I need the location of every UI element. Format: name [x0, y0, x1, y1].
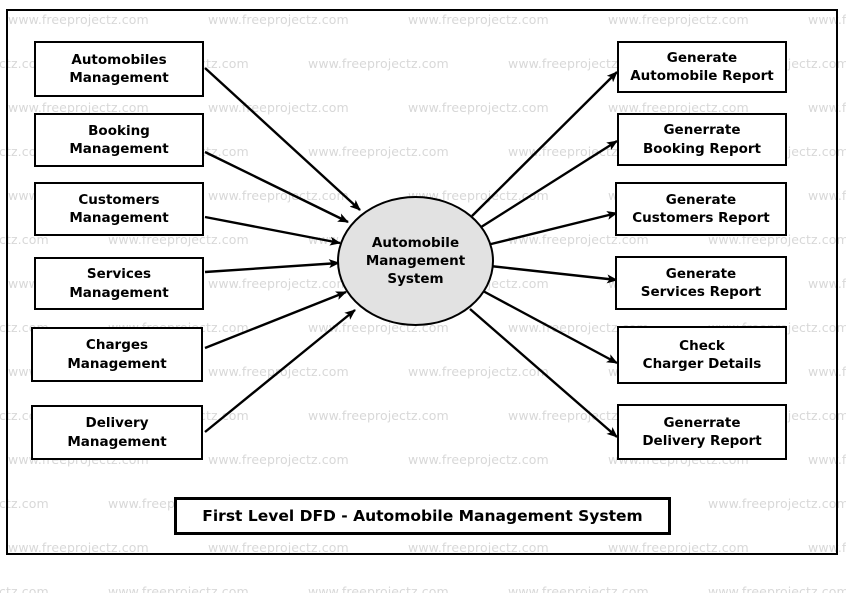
arrow-process-to-delivery-report	[469, 308, 618, 438]
arrow-delivery-to-process	[204, 309, 356, 433]
entity-label-line1: Customers	[78, 191, 160, 208]
dfd-diagram-canvas: www.freeprojectz.com www.freeprojectz.com…	[0, 0, 846, 593]
entity-generate-customers-report[interactable]: Generate Customers Report	[615, 182, 787, 236]
arrow-process-to-booking-report	[477, 139, 618, 231]
entity-label-line2: Management	[69, 70, 169, 86]
process-label-line3: System	[387, 271, 444, 288]
diagram-title: First Level DFD - Automobile Management …	[202, 507, 643, 525]
arrow-process-to-automobile-report	[471, 71, 618, 217]
entity-generate-automobile-report[interactable]: Generate Automobile Report	[617, 41, 787, 93]
entity-label-line2: Management	[69, 210, 169, 226]
entity-label-line1: Services	[86, 266, 152, 283]
entity-charges-management[interactable]: Charges Management	[31, 327, 203, 382]
arrow-customers-to-process	[204, 215, 341, 246]
entity-label-line1: Automobiles	[71, 51, 167, 68]
arrow-process-to-charger-details	[482, 289, 618, 365]
entity-booking-management[interactable]: Booking Management	[34, 113, 204, 167]
diagram-title-box: First Level DFD - Automobile Management …	[174, 497, 671, 535]
arrow-services-to-process	[204, 259, 340, 274]
entity-label-line1: Generrate	[663, 122, 741, 139]
entity-customers-management[interactable]: Customers Management	[34, 182, 204, 236]
arrow-booking-to-process	[204, 150, 349, 224]
entity-delivery-management[interactable]: Delivery Management	[31, 405, 203, 460]
entity-label-line1: Generate	[665, 191, 737, 208]
entity-label-line2: Services Report	[640, 284, 762, 300]
entity-label-line2: Management	[69, 284, 169, 301]
entity-label-line1: Delivery	[85, 415, 149, 432]
process-label-line1: Automobile	[371, 234, 460, 251]
entity-label-line2: Management	[67, 433, 167, 450]
entity-label-line2: Management	[69, 141, 169, 157]
entity-generate-services-report[interactable]: Generate Services Report	[615, 256, 787, 310]
entity-label-line1: Generate	[665, 265, 737, 282]
entity-automobiles-management[interactable]: Automobiles Management	[34, 41, 204, 97]
arrow-process-to-customers-report	[486, 211, 618, 247]
entity-label-line2: Charger Details	[642, 356, 762, 372]
entity-label-line2: Automobile Report	[630, 68, 774, 84]
arrow-process-to-services-report	[489, 264, 618, 284]
arrow-charges-to-process	[204, 290, 347, 350]
entity-label-line1: Generrate	[663, 414, 741, 431]
entity-label-line2: Customers Report	[632, 210, 770, 226]
process-label-line2: Management	[365, 252, 466, 269]
entity-check-charger-details[interactable]: Check Charger Details	[617, 326, 787, 384]
entity-label-line2: Delivery Report	[642, 433, 762, 449]
entity-label-line1: Generate	[666, 49, 738, 66]
entity-label-line1: Charges	[85, 337, 149, 354]
entity-label-line1: Check	[679, 337, 725, 354]
entity-services-management[interactable]: Services Management	[34, 257, 204, 310]
entity-generate-booking-report[interactable]: Generrate Booking Report	[617, 113, 787, 166]
process-automobile-management-system[interactable]: Automobile Management System	[337, 196, 494, 326]
entity-label-line2: Management	[67, 355, 167, 372]
entity-label-line1: Booking	[88, 122, 150, 139]
entity-label-line2: Booking Report	[642, 140, 762, 157]
entity-generate-delivery-report[interactable]: Generrate Delivery Report	[617, 404, 787, 460]
